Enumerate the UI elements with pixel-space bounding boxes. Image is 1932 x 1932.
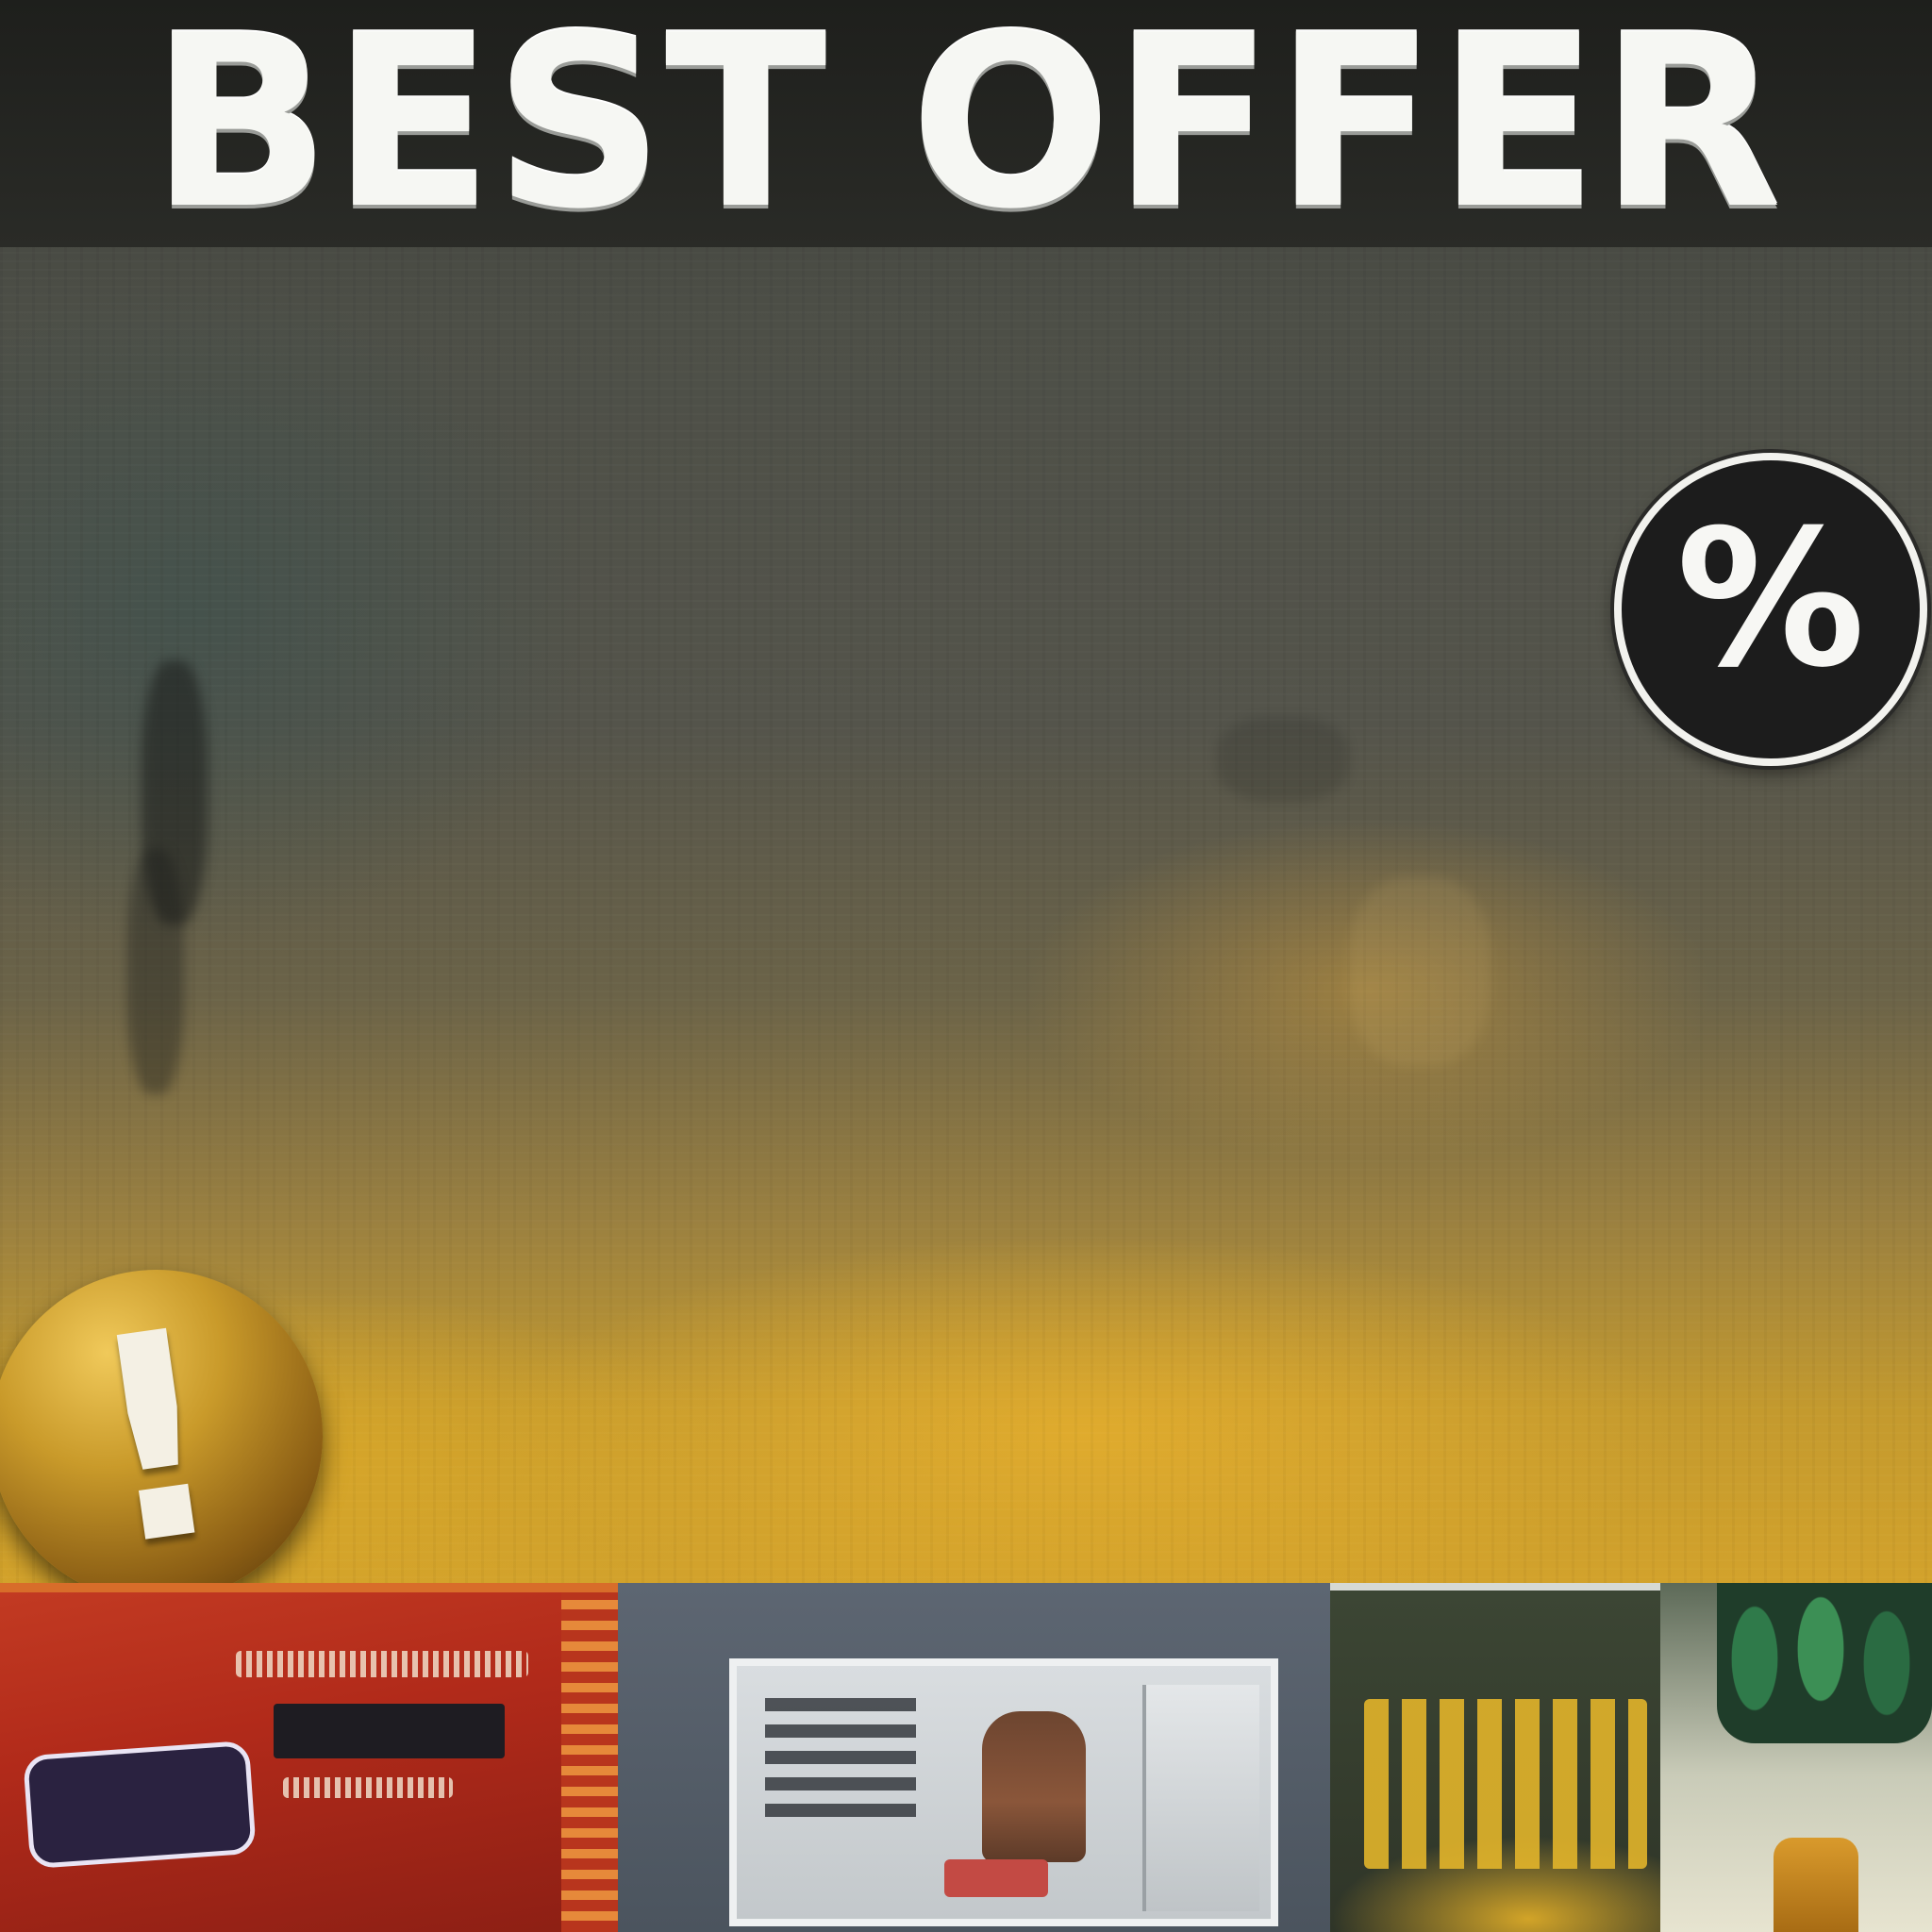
best-offer-poster: BEST OFFER % ! bbox=[0, 0, 1932, 1932]
paint-stain bbox=[1349, 877, 1491, 1066]
decorative-border bbox=[561, 1592, 618, 1932]
display-item bbox=[944, 1859, 1048, 1897]
alert-badge: ! bbox=[0, 1267, 323, 1611]
sign-lettering bbox=[236, 1651, 528, 1677]
neon-sign bbox=[23, 1740, 257, 1870]
plant-pot bbox=[1774, 1838, 1858, 1932]
gold-lettering-sign bbox=[1364, 1699, 1647, 1869]
paint-stain bbox=[127, 849, 184, 1094]
sign-lettering bbox=[283, 1777, 453, 1798]
plant-photo bbox=[1660, 1583, 1932, 1932]
window-lettering bbox=[765, 1694, 916, 1817]
storefront-photo-red bbox=[0, 1583, 618, 1932]
percent-icon: % bbox=[1675, 490, 1866, 709]
shopkeeper-figure bbox=[982, 1711, 1086, 1862]
shop-window-photo bbox=[618, 1583, 1330, 1932]
exclamation-icon: ! bbox=[69, 1267, 243, 1611]
discount-badge: % bbox=[1614, 453, 1927, 766]
photo-strip bbox=[0, 1583, 1932, 1932]
shelf-unit bbox=[1142, 1685, 1259, 1911]
paint-stain bbox=[1217, 717, 1349, 802]
title-banner: BEST OFFER bbox=[0, 0, 1932, 247]
offer-title: BEST OFFER bbox=[149, 0, 1783, 261]
plant-leaves bbox=[1717, 1583, 1932, 1743]
dark-sign-panel bbox=[274, 1704, 505, 1758]
shop-window bbox=[729, 1658, 1278, 1926]
